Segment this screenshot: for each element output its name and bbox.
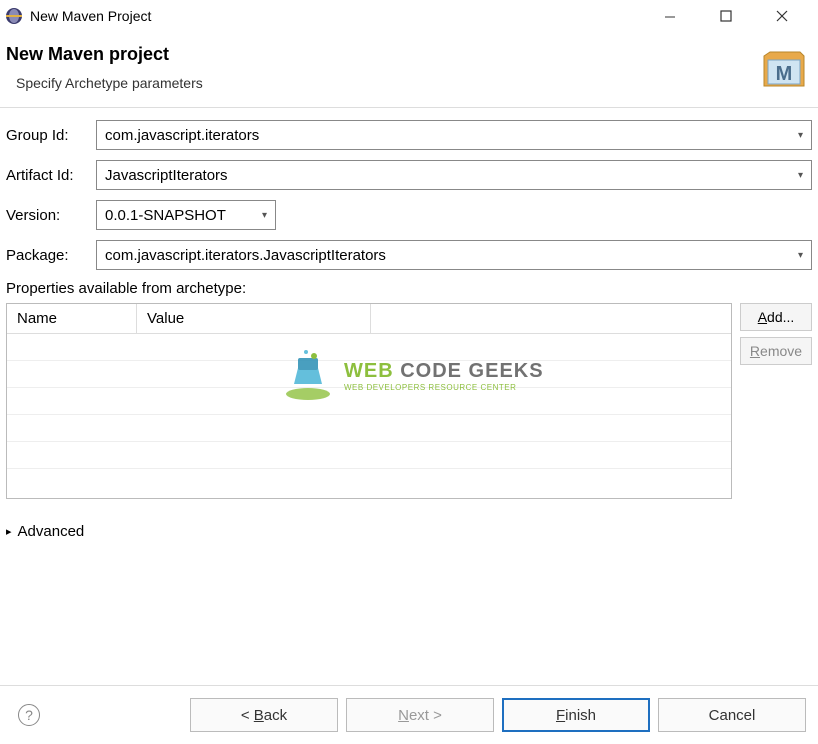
page-subtitle: Specify Archetype parameters: [6, 75, 203, 91]
package-value: com.javascript.iterators.JavascriptItera…: [105, 247, 798, 264]
column-name[interactable]: Name: [7, 304, 137, 333]
group-id-value: com.javascript.iterators: [105, 127, 798, 144]
package-field[interactable]: com.javascript.iterators.JavascriptItera…: [96, 240, 812, 270]
wizard-header: New Maven project Specify Archetype para…: [0, 32, 818, 107]
back-button[interactable]: < Back: [190, 698, 338, 732]
artifact-id-value: JavascriptIterators: [105, 167, 798, 184]
chevron-down-icon[interactable]: ▾: [798, 170, 803, 181]
eclipse-icon: [4, 6, 24, 26]
minimize-button[interactable]: [654, 4, 686, 28]
watermark-subtitle: WEB DEVELOPERS RESOURCE CENTER: [344, 383, 544, 392]
chevron-down-icon[interactable]: ▾: [262, 210, 267, 221]
window-controls: [654, 4, 814, 28]
group-id-label: Group Id:: [6, 127, 88, 144]
finish-button[interactable]: Finish: [502, 698, 650, 732]
advanced-toggle[interactable]: ▸ Advanced: [6, 523, 812, 540]
close-button[interactable]: [766, 4, 798, 28]
column-extra: [371, 304, 731, 333]
maximize-button[interactable]: [710, 4, 742, 28]
add-button[interactable]: Add...: [740, 303, 812, 331]
version-label: Version:: [6, 207, 88, 224]
page-title: New Maven project: [6, 44, 203, 65]
chevron-down-icon[interactable]: ▾: [798, 250, 803, 261]
advanced-label: Advanced: [18, 523, 85, 540]
svg-text:M: M: [776, 63, 793, 85]
button-bar: ? < Back Next > Finish Cancel: [0, 685, 818, 744]
artifact-id-label: Artifact Id:: [6, 167, 88, 184]
caret-right-icon: ▸: [6, 525, 12, 538]
version-value: 0.0.1-SNAPSHOT: [105, 207, 262, 224]
next-button: Next >: [346, 698, 494, 732]
form-area: Group Id: com.javascript.iterators ▾ Art…: [0, 108, 818, 552]
column-value[interactable]: Value: [137, 304, 371, 333]
group-id-field[interactable]: com.javascript.iterators ▾: [96, 120, 812, 150]
titlebar: New Maven Project: [0, 0, 818, 32]
help-icon[interactable]: ?: [18, 704, 40, 726]
version-field[interactable]: 0.0.1-SNAPSHOT ▾: [96, 200, 276, 230]
watermark-title: WEB CODE GEEKS: [344, 360, 544, 383]
table-row[interactable]: [7, 442, 731, 469]
package-label: Package:: [6, 247, 88, 264]
window-title: New Maven Project: [30, 8, 654, 24]
table-row[interactable]: [7, 415, 731, 442]
watermark-logo-icon: [280, 348, 336, 404]
maven-icon: M: [758, 48, 806, 90]
artifact-id-field[interactable]: JavascriptIterators ▾: [96, 160, 812, 190]
cancel-button[interactable]: Cancel: [658, 698, 806, 732]
watermark: WEB CODE GEEKS WEB DEVELOPERS RESOURCE C…: [280, 348, 544, 404]
remove-button: Remove: [740, 337, 812, 365]
chevron-down-icon[interactable]: ▾: [798, 130, 803, 141]
properties-label: Properties available from archetype:: [6, 280, 812, 297]
